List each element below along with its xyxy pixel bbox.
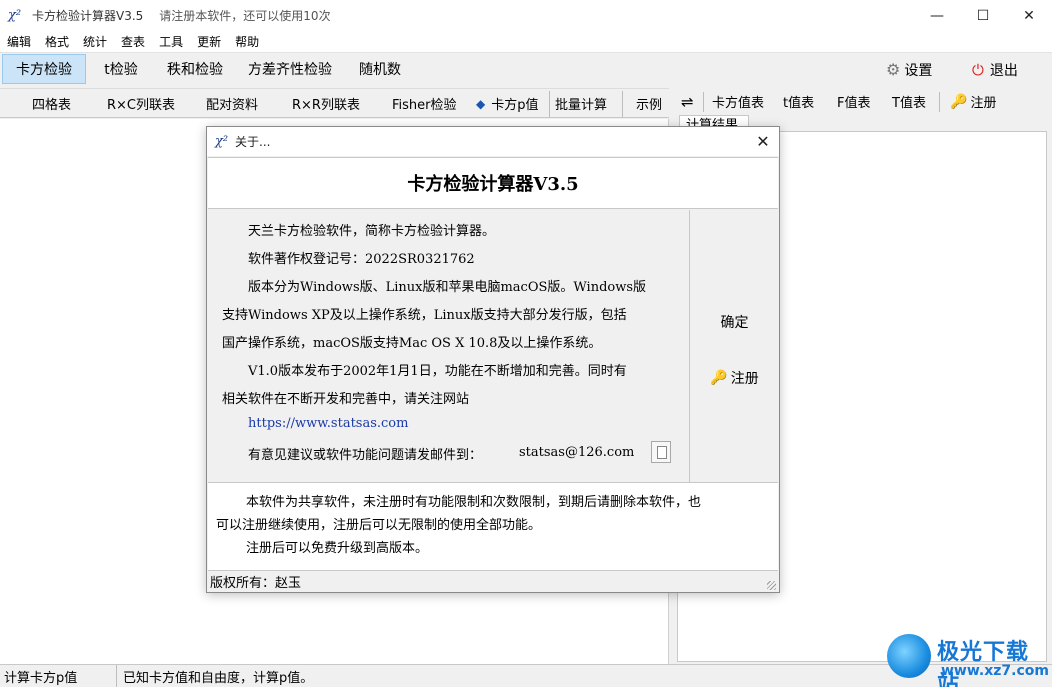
notice-line: 注册后可以免费升级到高版本。 (246, 541, 429, 556)
status-mode: 计算卡方p值 (0, 664, 117, 687)
settings-button[interactable]: ⚙ 设置 (886, 53, 932, 86)
dialog-close-button[interactable]: ✕ (753, 131, 773, 151)
status-message: 已知卡方值和自由度，计算p值。 (123, 670, 314, 686)
dialog-buttons: 确定 🔑 注册 (691, 210, 778, 482)
capital-t-table-button[interactable]: T值表 (892, 88, 926, 115)
info-line: 支持Windows XP及以上操作系统，Linux版支持大部分发行版，包括 (222, 308, 627, 323)
subtab-rxr-table[interactable]: R×R列联表 (292, 89, 360, 118)
subtab-example[interactable]: 示例 (636, 89, 662, 118)
menu-lookup[interactable]: 查表 (121, 33, 145, 50)
exit-label: 退出 (989, 62, 1018, 79)
shareware-notice: 本软件为共享软件，未注册时有功能限制和次数限制，到期后请删除本软件，也 可以注册… (208, 482, 778, 571)
copyright: 版权所有：赵玉 (210, 576, 302, 591)
key-icon: 🔑 (950, 93, 968, 110)
f-table-button[interactable]: F值表 (837, 88, 870, 115)
email-address: statsas@126.com (519, 445, 635, 460)
dialog-caption: 关于... (235, 135, 271, 149)
main-tab-bar: 卡方检验 t检验 秩和检验 方差齐性检验 随机数 ⚙ 设置 ⏻ 退出 (0, 53, 1052, 86)
swap-icon[interactable]: ⇌ (681, 88, 694, 115)
tab-chi-square[interactable]: 卡方检验 (2, 54, 86, 84)
subtab-batch[interactable]: 批量计算 (555, 89, 607, 118)
watermark-url: www.xz7.com (941, 663, 1049, 679)
info-line: 国产操作系统，macOS版支持Mac OS X 10.8及以上操作系统。 (222, 336, 602, 351)
register-button-label: 注册 (730, 371, 759, 387)
menu-format[interactable]: 格式 (45, 33, 69, 50)
dialog-title-bar: χ² 关于... ✕ (207, 127, 779, 156)
info-line: 版本分为Windows版、Linux版和苹果电脑macOS版。Windows版 (248, 280, 647, 295)
close-button[interactable]: ✕ (1006, 0, 1052, 31)
subtab-chi-p-value[interactable]: ◆ 卡方p值 (476, 89, 539, 118)
info-line: 相关软件在不断开发和完善中，请关注网站 (222, 392, 470, 407)
menu-update[interactable]: 更新 (197, 33, 221, 50)
dialog-footer: 版权所有：赵玉 (208, 571, 778, 592)
right-toolbar: ⇌ 卡方值表 t值表 F值表 T值表 🔑 注册 (671, 88, 1052, 115)
title-bar: χ² 卡方检验计算器V3.5 请注册本软件，还可以使用10次 — ☐ ✕ (0, 0, 1052, 31)
register-hint: 请注册本软件，还可以使用10次 (159, 9, 331, 23)
tab-random-numbers[interactable]: 随机数 (350, 54, 410, 84)
menu-bar: 编辑 格式 统计 查表 工具 更新 帮助 (0, 31, 1052, 53)
menu-tools[interactable]: 工具 (159, 33, 183, 50)
power-icon: ⏻ (972, 60, 984, 79)
info-line: V1.0版本发布于2002年1月1日，功能在不断增加和完善。同时有 (248, 364, 627, 379)
info-line: 软件著作权登记号：2022SR0321762 (248, 252, 475, 267)
key-icon: 🔑 (710, 370, 728, 386)
divider (622, 91, 623, 117)
dialog-heading: 卡方检验计算器V3.5 (208, 157, 778, 209)
divider (703, 92, 704, 112)
subtab-2x2-table[interactable]: 四格表 (32, 89, 71, 118)
register-toolbar-label: 注册 (970, 96, 997, 111)
menu-statistics[interactable]: 统计 (83, 33, 107, 50)
subtab-paired-data[interactable]: 配对资料 (206, 89, 258, 118)
website-link[interactable]: https://www.statsas.com (248, 416, 408, 431)
ok-button[interactable]: 确定 (691, 309, 778, 335)
subtab-chi-p-value-label: 卡方p值 (491, 98, 539, 113)
email-prompt: 有意见建议或软件功能问题请发邮件到： (248, 448, 483, 463)
watermark-title: 极光下载站 (937, 640, 1030, 687)
copy-icon[interactable] (651, 441, 671, 463)
resize-grip-icon[interactable] (767, 581, 776, 590)
register-toolbar-button[interactable]: 🔑 注册 (950, 88, 996, 115)
chi-square-table-button[interactable]: 卡方值表 (712, 88, 764, 115)
maximize-button[interactable]: ☐ (960, 0, 1006, 31)
dialog-app-icon: χ² (215, 134, 229, 149)
minimize-button[interactable]: — (914, 0, 960, 31)
tab-variance-homogeneity[interactable]: 方差齐性检验 (242, 54, 338, 84)
notice-line: 本软件为共享软件，未注册时有功能限制和次数限制，到期后请删除本软件，也 (246, 495, 702, 510)
diamond-icon: ◆ (476, 96, 486, 111)
divider (939, 92, 940, 112)
subtab-fisher[interactable]: Fisher检验 (392, 89, 457, 118)
app-window: χ² 卡方检验计算器V3.5 请注册本软件，还可以使用10次 — ☐ ✕ 编辑 … (0, 0, 1052, 687)
watermark-logo-icon (887, 634, 931, 678)
menu-edit[interactable]: 编辑 (7, 33, 31, 50)
window-controls: — ☐ ✕ (914, 0, 1052, 31)
info-line: 天兰卡方检验软件，简称卡方检验计算器。 (248, 224, 496, 239)
app-icon: χ² (8, 8, 22, 23)
divider (549, 91, 550, 117)
subtab-rxc-table[interactable]: R×C列联表 (107, 89, 175, 118)
notice-line: 可以注册继续使用，注册后可以无限制的使用全部功能。 (216, 518, 542, 533)
tab-t-test[interactable]: t检验 (96, 54, 146, 84)
register-button[interactable]: 🔑 注册 (691, 365, 778, 391)
settings-label: 设置 (904, 62, 933, 79)
tab-rank-sum[interactable]: 秩和检验 (159, 54, 231, 84)
menu-help[interactable]: 帮助 (235, 33, 259, 50)
exit-button[interactable]: ⏻ 退出 (972, 53, 1018, 86)
gear-icon: ⚙ (886, 60, 901, 79)
t-table-button[interactable]: t值表 (783, 88, 814, 115)
window-title: 卡方检验计算器V3.5 (32, 9, 144, 23)
dialog-info: 天兰卡方检验软件，简称卡方检验计算器。 软件著作权登记号：2022SR03217… (208, 210, 690, 482)
watermark: 极光下载站 www.xz7.com (885, 630, 1051, 687)
about-dialog: χ² 关于... ✕ 卡方检验计算器V3.5 天兰卡方检验软件，简称卡方检验计算… (206, 126, 780, 593)
sub-tab-bar: 四格表 R×C列联表 配对资料 R×R列联表 Fisher检验 ◆ 卡方p值 批… (0, 88, 669, 118)
